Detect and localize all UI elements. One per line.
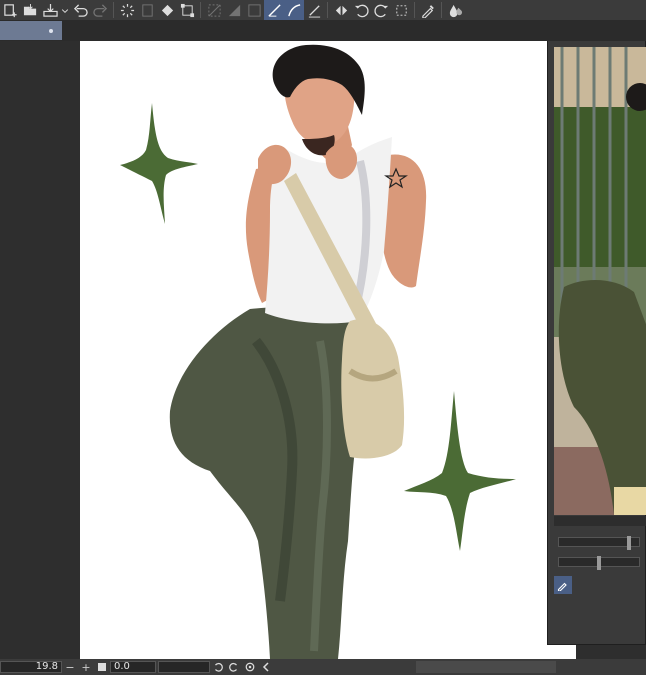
rotate-right-button[interactable] [226,659,242,675]
reset-rotation-icon [245,662,255,672]
chevron-left-icon [262,662,269,672]
rotation-track[interactable] [158,661,210,673]
rotate-left-icon [214,662,223,672]
deselect-icon[interactable] [224,0,244,20]
minus-label: − [65,660,75,674]
status-bar: 19.8 − + 0.0 [0,659,646,675]
crop-icon[interactable] [391,0,411,20]
zoom-slider-knob[interactable] [627,536,631,550]
rotate-left-button[interactable] [210,659,226,675]
plus-label: + [81,660,91,674]
rotation-field[interactable]: 0.0 [110,661,156,673]
flip-view-button[interactable] [258,659,274,675]
unsaved-dot-icon [49,29,53,33]
canvas-paper[interactable] [80,41,576,659]
rotate-left-icon[interactable] [351,0,371,20]
toolbar-divider [441,2,442,18]
snap-special-ruler-icon[interactable] [284,0,304,20]
reset-rotation-button[interactable] [242,659,258,675]
fill-icon[interactable] [157,0,177,20]
save-dropdown-icon[interactable] [60,0,70,20]
bag [341,319,405,459]
stop-square-icon [98,663,106,671]
redo-icon[interactable] [90,0,110,20]
rotation-slider-knob[interactable] [597,556,601,570]
toolbar-divider [414,2,415,18]
rotation-slider[interactable] [558,556,640,570]
zoom-in-button[interactable]: + [78,659,94,675]
zoom-field[interactable]: 19.8 [0,661,62,673]
zoom-value: 19.8 [35,661,58,672]
sub-view-panel [547,41,646,645]
sub-view-eyedropper-button[interactable] [554,576,572,594]
water-drop-icon[interactable] [445,0,465,20]
rotation-value: 0.0 [114,661,130,672]
save-icon[interactable] [40,0,60,20]
undo-icon[interactable] [70,0,90,20]
horizontal-scrollbar[interactable] [416,661,556,673]
snap-grid-icon[interactable] [304,0,324,20]
flip-horizontal-icon[interactable] [331,0,351,20]
zoom-slider[interactable] [558,536,640,550]
artwork-illustration [120,44,516,659]
toolbar-divider [200,2,201,18]
new-canvas-icon[interactable] [0,0,20,20]
clear-icon[interactable] [137,0,157,20]
zoom-out-button[interactable]: − [62,659,78,675]
reference-scrollbar[interactable] [554,516,646,526]
invert-selection-icon[interactable] [244,0,264,20]
command-bar [0,0,646,20]
eyedropper-icon [557,582,567,591]
loading-icon[interactable] [117,0,137,20]
transform-icon[interactable] [177,0,197,20]
sparkle-left [120,103,198,224]
rotate-right-icon [229,662,238,672]
reference-photo[interactable] [554,47,646,515]
sparkle-right [404,391,516,551]
open-folder-icon[interactable] [20,0,40,20]
snap-ruler-icon[interactable] [264,0,284,20]
eyedropper-icon[interactable] [418,0,438,20]
document-tab[interactable] [0,21,62,40]
select-all-icon[interactable] [204,0,224,20]
rotate-right-icon[interactable] [371,0,391,20]
canvas-area[interactable] [0,41,646,659]
toolbar-divider [327,2,328,18]
document-tab-bar [0,20,646,41]
toolbar-divider [113,2,114,18]
fit-view-button[interactable] [94,659,110,675]
